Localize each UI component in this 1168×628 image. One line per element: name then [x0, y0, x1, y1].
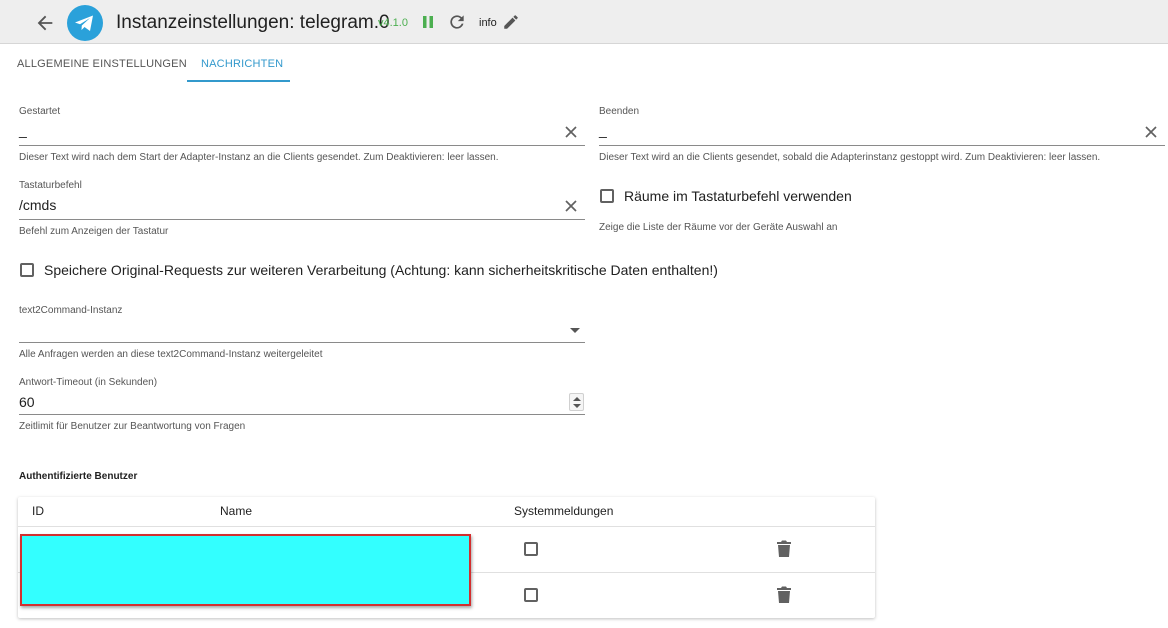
rooms-helper: Zeige die Liste der Räume vor der Geräte… [599, 222, 838, 233]
text2command-select[interactable] [19, 321, 559, 339]
started-input[interactable]: _ [19, 122, 27, 138]
started-helper: Dieser Text wird nach dem Start der Adap… [19, 152, 499, 163]
system-messages-checkbox[interactable] [524, 588, 538, 602]
number-stepper[interactable] [569, 393, 584, 411]
timeout-input[interactable]: 60 [19, 394, 35, 410]
tab-general-settings[interactable]: ALLGEMEINE EINSTELLUNGEN [17, 58, 187, 70]
info-link[interactable]: info [479, 17, 497, 29]
trash-icon[interactable] [777, 586, 791, 604]
chevron-down-icon[interactable] [570, 328, 580, 333]
stopped-input[interactable]: _ [599, 122, 607, 138]
text2command-helper: Alle Anfragen werden an diese text2Comma… [19, 349, 323, 360]
timeout-underline [19, 414, 585, 415]
pause-icon[interactable] [421, 15, 435, 29]
table-divider [18, 526, 875, 527]
timeout-helper: Zeitlimit für Benutzer zur Beantwortung … [19, 421, 246, 432]
arrow-left-icon[interactable] [34, 12, 56, 34]
telegram-logo-icon [67, 5, 103, 41]
redacted-user-data [20, 534, 471, 606]
active-tab-indicator [187, 80, 290, 82]
timeout-label: Antwort-Timeout (in Sekunden) [19, 377, 158, 388]
column-header-name: Name [220, 504, 253, 518]
users-table: ID Name Systemmeldungen [18, 497, 875, 618]
clear-icon[interactable] [564, 125, 578, 139]
clear-icon[interactable] [1144, 125, 1158, 139]
keyboard-underline [19, 219, 585, 220]
column-header-id: ID [32, 504, 44, 518]
tab-messages[interactable]: NACHRICHTEN [201, 58, 283, 70]
rooms-checkbox-label[interactable]: Räume im Tastaturbefehl verwenden [624, 188, 852, 204]
keyboard-helper: Befehl zum Anzeigen der Tastatur [19, 226, 169, 237]
pencil-icon[interactable] [502, 13, 520, 31]
system-messages-checkbox[interactable] [524, 542, 538, 556]
stopped-underline [599, 145, 1165, 146]
app-header: Instanzeinstellungen: telegram.0 v4.1.0 … [0, 0, 1168, 44]
started-underline [19, 145, 585, 146]
column-header-system-messages: Systemmeldungen [514, 504, 614, 518]
reload-icon[interactable] [447, 12, 467, 32]
stopped-helper: Dieser Text wird an die Clients gesendet… [599, 152, 1101, 163]
text2command-label: text2Command-Instanz [19, 305, 123, 316]
trash-icon[interactable] [777, 540, 791, 558]
stopped-label: Beenden [599, 106, 640, 117]
text2command-underline [19, 342, 585, 343]
started-label: Gestartet [19, 106, 61, 117]
page-title: Instanzeinstellungen: telegram.0 [116, 12, 390, 33]
users-table-title: Authentifizierte Benutzer [19, 471, 138, 482]
clear-icon[interactable] [564, 199, 578, 213]
keyboard-input[interactable]: /cmds [19, 197, 56, 213]
keyboard-label: Tastaturbefehl [19, 180, 82, 191]
save-raw-checkbox-label[interactable]: Speichere Original-Requests zur weiteren… [44, 262, 718, 278]
stepper-down-icon[interactable] [573, 404, 581, 408]
stepper-up-icon[interactable] [573, 397, 581, 401]
rooms-checkbox[interactable] [600, 189, 614, 203]
version-badge: v4.1.0 [378, 17, 408, 29]
save-raw-checkbox[interactable] [20, 263, 34, 277]
